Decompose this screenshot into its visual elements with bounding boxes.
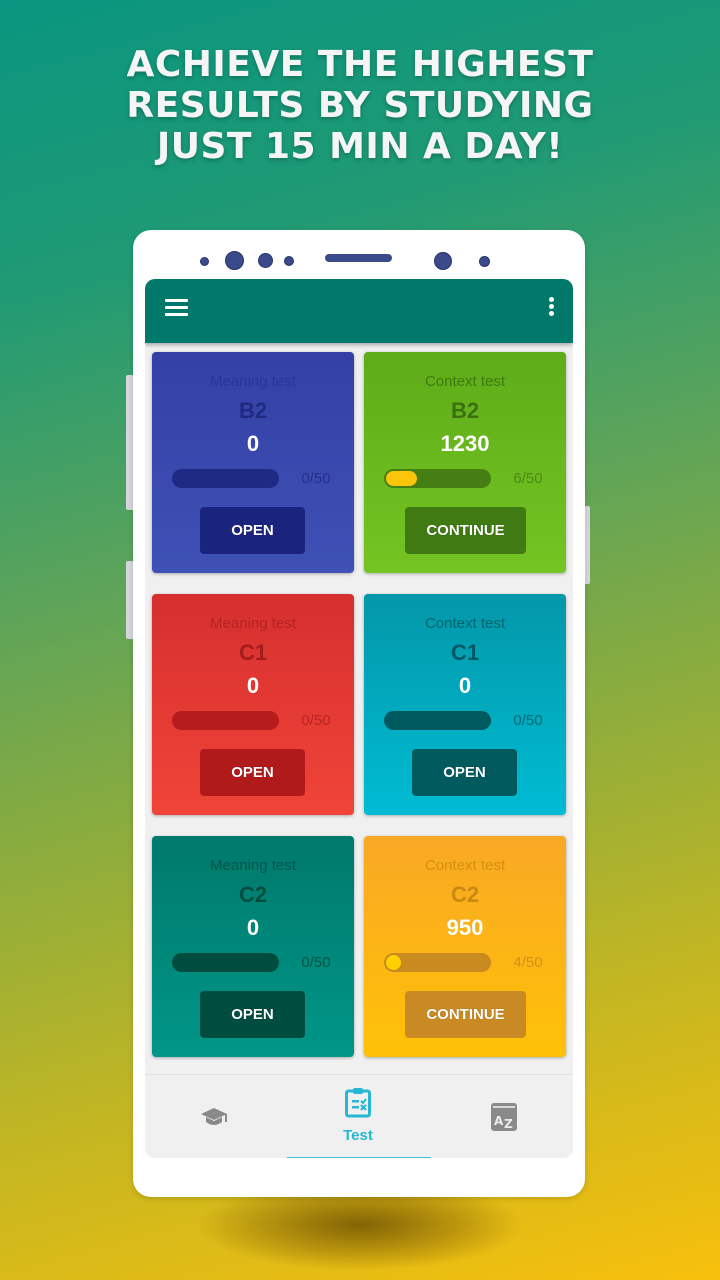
- test-level-label: C2: [238, 882, 268, 907]
- bottom-navigation: Test A Z: [145, 1074, 573, 1158]
- test-card: Context test C1 0 0/50 OPEN: [364, 594, 566, 815]
- continue-button[interactable]: CONTINUE: [405, 507, 526, 554]
- open-button[interactable]: OPEN: [200, 507, 305, 554]
- test-score: 0: [246, 431, 260, 456]
- progress-bar: [172, 953, 279, 972]
- svg-text:A: A: [494, 1114, 504, 1128]
- test-score: 1230: [440, 431, 490, 456]
- test-type-label: Meaning test: [210, 373, 296, 390]
- phone-camera-icon: [434, 252, 452, 270]
- hamburger-menu-icon[interactable]: [165, 299, 189, 319]
- test-level-label: C1: [450, 640, 480, 665]
- test-type-label: Meaning test: [210, 615, 296, 632]
- continue-button[interactable]: CONTINUE: [405, 991, 526, 1038]
- test-type-label: Context test: [424, 373, 506, 390]
- progress-bar: [384, 953, 491, 972]
- active-tab-indicator: [287, 1157, 431, 1158]
- test-card: Meaning test B2 0 0/50 OPEN: [152, 352, 354, 573]
- svg-text:Z: Z: [504, 1117, 513, 1131]
- progress-count: 0/50: [513, 712, 543, 729]
- test-type-label: Context test: [424, 615, 506, 632]
- open-button[interactable]: OPEN: [412, 749, 517, 796]
- open-button[interactable]: OPEN: [200, 991, 305, 1038]
- nav-tab-label: Test: [343, 1127, 373, 1144]
- test-card: Meaning test C2 0 0/50 OPEN: [152, 836, 354, 1057]
- phone-sensor-icon: [479, 256, 490, 267]
- test-type-label: Meaning test: [210, 857, 296, 874]
- test-card: Context test C2 950 4/50 CONTINUE: [364, 836, 566, 1057]
- phone-speaker: [325, 254, 392, 262]
- headline-line: ACHIEVE THE HIGHEST: [126, 44, 594, 85]
- test-score: 0: [458, 673, 472, 698]
- progress-count: 0/50: [301, 954, 331, 971]
- progress-count: 0/50: [301, 712, 331, 729]
- headline-line: JUST 15 MIN A DAY!: [156, 126, 564, 167]
- test-level-label: C2: [450, 882, 480, 907]
- nav-tab-dictionary[interactable]: A Z: [431, 1075, 573, 1158]
- phone-sensor-icon: [258, 253, 273, 268]
- phone-sensor-icon: [200, 257, 209, 266]
- progress-bar: [172, 469, 279, 488]
- test-level-label: C1: [238, 640, 268, 665]
- test-card: Meaning test C1 0 0/50 OPEN: [152, 594, 354, 815]
- phone-camera-icon: [225, 251, 244, 270]
- test-score: 0: [246, 915, 260, 940]
- test-level-label: B2: [450, 398, 480, 423]
- app-screen: Meaning test B2 0 0/50 OPEN Context test…: [145, 279, 573, 1158]
- test-score: 0: [246, 673, 260, 698]
- nav-tab-test[interactable]: Test: [287, 1075, 429, 1158]
- graduation-cap-icon: [201, 1108, 227, 1125]
- nav-tab-learn[interactable]: [145, 1075, 287, 1158]
- progress-count: 0/50: [301, 470, 331, 487]
- progress-count: 4/50: [513, 954, 543, 971]
- test-level-label: B2: [238, 398, 268, 423]
- test-card: Context test B2 1230 6/50 CONTINUE: [364, 352, 566, 573]
- phone-sensor-icon: [284, 256, 294, 266]
- clipboard-test-icon: [345, 1088, 371, 1118]
- progress-bar: [384, 711, 491, 730]
- progress-bar: [172, 711, 279, 730]
- promo-headline: ACHIEVE THE HIGHEST RESULTS BY STUDYING …: [0, 44, 720, 167]
- open-button[interactable]: OPEN: [200, 749, 305, 796]
- app-bar: [145, 279, 573, 343]
- test-score: 950: [446, 915, 484, 940]
- progress-count: 6/50: [513, 470, 543, 487]
- headline-line: RESULTS BY STUDYING: [126, 85, 594, 126]
- progress-fill: [386, 955, 401, 970]
- test-type-label: Context test: [424, 857, 506, 874]
- more-vertical-icon[interactable]: [545, 297, 557, 321]
- progress-fill: [386, 471, 417, 486]
- dictionary-az-icon: A Z: [491, 1103, 517, 1131]
- progress-bar: [384, 469, 491, 488]
